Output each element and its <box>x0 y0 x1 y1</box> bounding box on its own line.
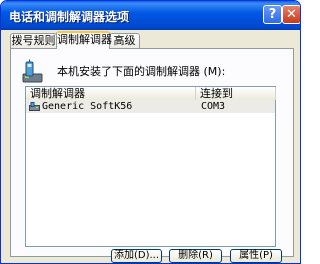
modem-port: COM3 <box>201 101 226 112</box>
column-header-modem[interactable]: 调制解调器 <box>26 87 196 100</box>
list-header: 调制解调器 连接到 <box>26 87 276 101</box>
tab-modems[interactable]: 调制解调器 <box>56 31 112 49</box>
installed-modems-label: 本机安装了下面的调制解调器 (M): <box>57 65 226 78</box>
window-title: 电话和调制解调器选项 <box>9 10 130 24</box>
add-button[interactable]: 添加(D)... <box>111 249 162 263</box>
close-button[interactable]: ✕ <box>282 5 300 24</box>
dialog-window: 电话和调制解调器选项 ? ✕ 拨号规则 调制解调器 高级 本机安装了下面的调制解… <box>0 0 301 264</box>
help-button[interactable]: ? <box>263 5 282 24</box>
modem-phone-icon <box>22 59 43 83</box>
column-header-attached-to[interactable]: 连接到 <box>196 87 276 100</box>
tab-advanced[interactable]: 高级 <box>109 33 140 48</box>
properties-button[interactable]: 属性(P) <box>230 249 282 263</box>
tab-panel-modems: 本机安装了下面的调制解调器 (M): 调制解调器 连接到 Generic Sof… <box>10 48 294 257</box>
modem-icon <box>29 102 40 111</box>
remove-button[interactable]: 删除(R) <box>169 249 222 263</box>
table-row[interactable]: Generic SoftK56 COM3 <box>26 100 275 113</box>
modem-name: Generic SoftK56 <box>42 101 133 112</box>
modem-list[interactable]: 调制解调器 连接到 Generic SoftK56 COM3 <box>25 86 276 247</box>
title-bar[interactable]: 电话和调制解调器选项 ? ✕ <box>1 1 300 30</box>
tab-dialing-rules[interactable]: 拨号规则 <box>10 33 57 48</box>
